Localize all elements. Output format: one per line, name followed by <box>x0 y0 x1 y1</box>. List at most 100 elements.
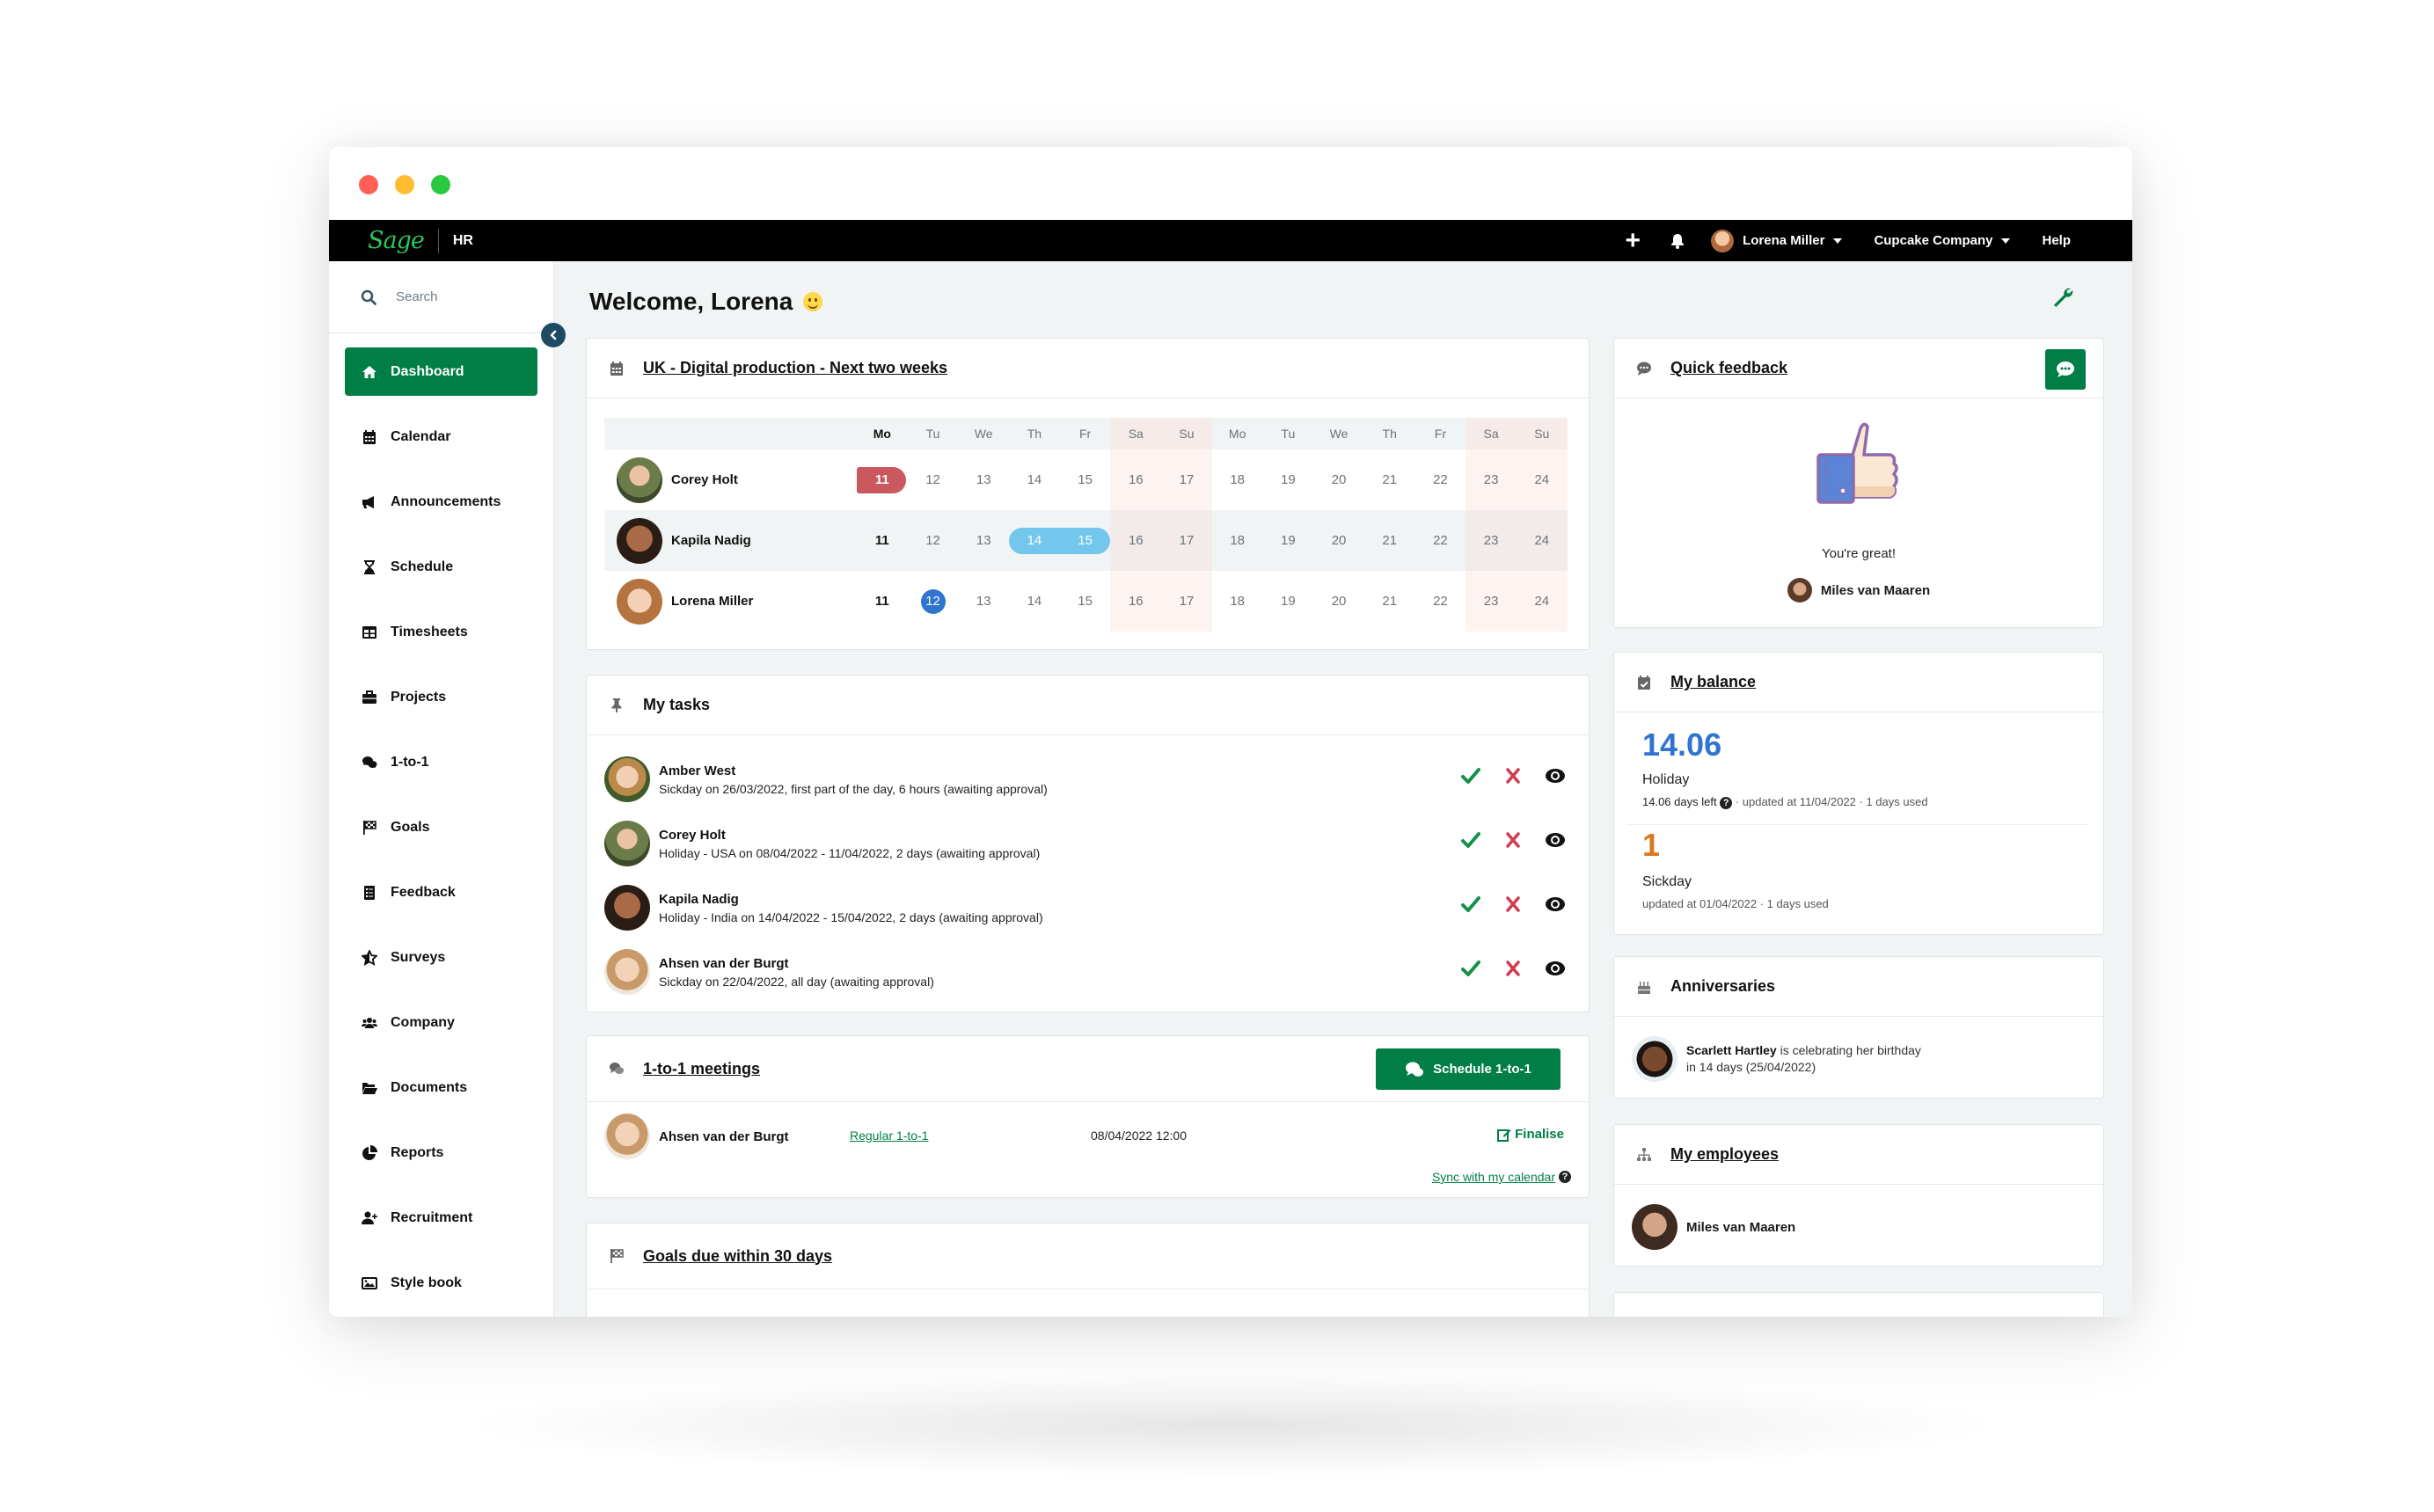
calendar-day-cell[interactable]: 20 <box>1313 449 1364 510</box>
sidebar-item-projects[interactable]: Projects <box>345 673 537 721</box>
sidebar-item-1-to-1[interactable]: 1-to-1 <box>345 738 537 786</box>
view-eye-icon[interactable] <box>1545 958 1566 979</box>
calendar-day-cell[interactable]: 18 <box>1212 571 1263 632</box>
employee-item[interactable]: Miles van Maaren <box>1632 1204 1795 1250</box>
calendar-day-cell[interactable]: 24 <box>1516 449 1568 510</box>
schedule-one-to-one-button[interactable]: Schedule 1-to-1 <box>1376 1048 1561 1090</box>
calendar-day-cell[interactable]: 12 <box>908 449 959 510</box>
finalise-button[interactable]: Finalise <box>1497 1127 1564 1142</box>
view-eye-icon[interactable] <box>1545 829 1566 851</box>
calendar-person[interactable]: Kapila Nadig <box>604 510 857 571</box>
calendar-day-cell[interactable]: 22 <box>1415 571 1466 632</box>
sidebar-item-recruitment[interactable]: Recruitment <box>345 1194 537 1242</box>
sidebar-item-schedule[interactable]: Schedule <box>345 543 537 591</box>
balance-card-title[interactable]: My balance <box>1670 673 1756 691</box>
calendar-day-cell[interactable]: 12 <box>908 571 959 632</box>
calendar-day-cell[interactable]: 13 <box>958 449 1009 510</box>
task-person-name: Corey Holt <box>659 827 726 843</box>
calendar-day-cell[interactable]: 11 <box>857 510 908 571</box>
approve-check-icon[interactable] <box>1460 829 1481 851</box>
calendar-day-cell[interactable]: 11 <box>857 571 908 632</box>
calendar-day-cell[interactable]: 22 <box>1414 510 1466 571</box>
sync-calendar-link[interactable]: Sync with my calendar <box>1432 1170 1555 1184</box>
sidebar-item-goals[interactable]: Goals <box>345 803 537 851</box>
anniversary-person[interactable]: Scarlett Hartley <box>1686 1043 1777 1057</box>
goals-card-title[interactable]: Goals due within 30 days <box>643 1247 832 1266</box>
calendar-day-cell[interactable]: 13 <box>958 510 1010 571</box>
help-link[interactable]: Help <box>2042 233 2071 248</box>
sidebar-item-calendar[interactable]: Calendar <box>345 413 537 461</box>
calendar-day-cell[interactable]: 21 <box>1363 510 1415 571</box>
sidebar-item-company[interactable]: Company <box>345 998 537 1047</box>
give-feedback-button[interactable] <box>2045 349 2086 390</box>
help-circle-icon[interactable]: ? <box>1559 1171 1571 1183</box>
calendar-person[interactable]: Lorena Miller <box>604 571 857 632</box>
user-menu[interactable]: Lorena Miller <box>1711 229 1843 252</box>
calendar-day-cell[interactable]: 16 <box>1110 449 1162 510</box>
calendar-day-cell[interactable]: 14 <box>1009 449 1060 510</box>
meetings-card-title[interactable]: 1-to-1 meetings <box>643 1060 760 1078</box>
company-menu[interactable]: Cupcake Company <box>1874 233 2011 248</box>
close-window-button[interactable] <box>359 175 378 194</box>
calendar-day-cell[interactable]: 22 <box>1415 449 1466 510</box>
sidebar-item-dashboard[interactable]: Dashboard <box>345 347 537 396</box>
calendar-day-cell[interactable]: 19 <box>1263 571 1314 632</box>
calendar-day-cell[interactable]: 20 <box>1313 510 1364 571</box>
calendar-day-cell[interactable]: 14 <box>1009 571 1060 632</box>
sidebar-item-surveys[interactable]: Surveys <box>345 933 537 982</box>
calendar-day-cell[interactable]: 20 <box>1313 571 1364 632</box>
sidebar-item-feedback[interactable]: Feedback <box>345 868 537 917</box>
calendar-day-cell[interactable]: 23 <box>1466 571 1517 632</box>
calendar-day-cell[interactable]: 14 <box>1009 510 1060 571</box>
calendar-day-cell[interactable]: 21 <box>1364 449 1415 510</box>
calendar-day-cell[interactable]: 16 <box>1110 510 1162 571</box>
reject-x-icon[interactable] <box>1502 765 1524 786</box>
calendar-day-cell[interactable]: 15 <box>1059 510 1111 571</box>
sage-logo[interactable]: Sage <box>368 227 425 254</box>
view-eye-icon[interactable] <box>1545 765 1566 786</box>
calendar-day-cell[interactable]: 24 <box>1516 571 1568 632</box>
calendar-day-cell[interactable]: 19 <box>1263 449 1314 510</box>
calendar-day-cell[interactable]: 21 <box>1364 571 1415 632</box>
calendar-day-cell[interactable]: 17 <box>1161 510 1212 571</box>
reject-x-icon[interactable] <box>1502 829 1524 851</box>
calendar-day-cell[interactable]: 13 <box>958 571 1009 632</box>
calendar-day-cell[interactable]: 18 <box>1211 510 1263 571</box>
approve-check-icon[interactable] <box>1460 958 1481 979</box>
feedback-card-title[interactable]: Quick feedback <box>1670 359 1787 377</box>
calendar-day-cell[interactable]: 23 <box>1466 449 1517 510</box>
calendar-day-cell[interactable]: 12 <box>907 510 959 571</box>
calendar-day-cell[interactable]: 15 <box>1060 449 1111 510</box>
calendar-day-cell[interactable]: 16 <box>1110 571 1162 632</box>
sidebar-item-documents[interactable]: Documents <box>345 1063 537 1112</box>
sidebar-item-style-book[interactable]: Style book <box>345 1259 537 1307</box>
sidebar-item-announcements[interactable]: Announcements <box>345 478 537 526</box>
approve-check-icon[interactable] <box>1460 894 1481 915</box>
calendar-card-title[interactable]: UK - Digital production - Next two weeks <box>643 359 947 377</box>
meeting-type-link[interactable]: Regular 1-to-1 <box>850 1129 929 1143</box>
collapse-sidebar-button[interactable] <box>541 323 566 347</box>
calendar-day-cell[interactable]: 11 <box>857 449 908 510</box>
calendar-day-cell[interactable]: 23 <box>1466 510 1517 571</box>
calendar-day-cell[interactable]: 17 <box>1161 571 1212 632</box>
approve-check-icon[interactable] <box>1460 765 1481 786</box>
bell-icon[interactable] <box>1670 233 1685 249</box>
employees-card-title[interactable]: My employees <box>1670 1145 1779 1164</box>
reject-x-icon[interactable] <box>1502 958 1524 979</box>
calendar-day-cell[interactable]: 17 <box>1161 449 1212 510</box>
sidebar-item-timesheets[interactable]: Timesheets <box>345 608 537 656</box>
view-eye-icon[interactable] <box>1545 894 1566 915</box>
search-input[interactable] <box>396 289 537 304</box>
sidebar-item-reports[interactable]: Reports <box>345 1129 537 1177</box>
calendar-day-cell[interactable]: 24 <box>1516 510 1568 571</box>
calendar-person[interactable]: Corey Holt <box>604 449 857 510</box>
reject-x-icon[interactable] <box>1502 894 1524 915</box>
help-circle-icon[interactable]: ? <box>1720 796 1733 809</box>
calendar-day-cell[interactable]: 19 <box>1262 510 1314 571</box>
calendar-day-cell[interactable]: 18 <box>1212 449 1263 510</box>
minimize-window-button[interactable] <box>395 175 414 194</box>
wrench-icon[interactable] <box>2051 286 2074 309</box>
plus-icon[interactable]: + <box>1626 227 1641 254</box>
maximize-window-button[interactable] <box>431 175 450 194</box>
calendar-day-cell[interactable]: 15 <box>1060 571 1111 632</box>
